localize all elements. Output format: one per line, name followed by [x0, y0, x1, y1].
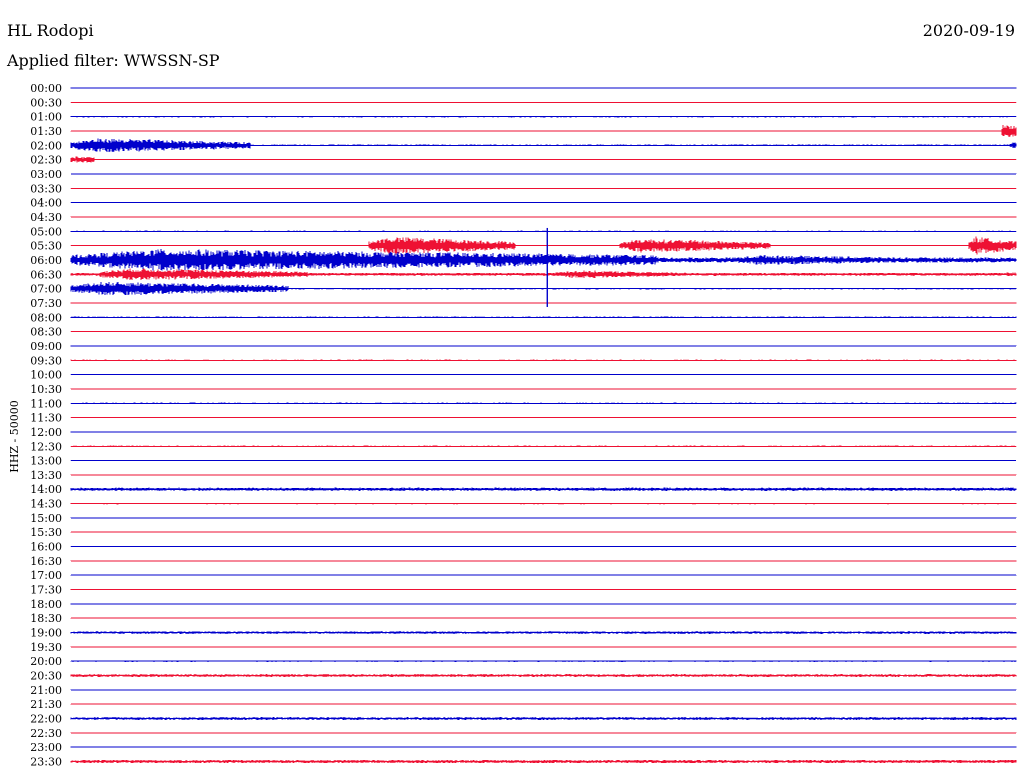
row-time-label: 12:30: [30, 440, 62, 453]
row-time-label: 06:00: [30, 254, 62, 267]
row-time-label: 19:00: [30, 627, 62, 640]
row-time-label: 23:30: [30, 756, 62, 769]
row-time-label: 08:30: [30, 326, 62, 339]
row-time-label: 00:30: [30, 96, 62, 109]
row-time-label: 03:30: [30, 182, 62, 195]
row-time-label: 10:30: [30, 383, 62, 396]
row-time-label: 01:30: [30, 125, 62, 138]
row-time-label: 03:00: [30, 168, 62, 181]
row-time-label: 23:00: [30, 741, 62, 754]
row-time-label: 18:00: [30, 598, 62, 611]
row-time-label: 17:00: [30, 569, 62, 582]
row-time-label: 21:00: [30, 684, 62, 697]
row-time-label: 16:30: [30, 555, 62, 568]
row-time-label: 07:30: [30, 297, 62, 310]
row-time-label: 19:30: [30, 641, 62, 654]
row-time-label: 17:30: [30, 584, 62, 597]
row-time-label: 05:00: [30, 225, 62, 238]
row-time-label: 10:00: [30, 369, 62, 382]
row-time-label: 05:30: [30, 240, 62, 253]
row-time-label: 02:30: [30, 154, 62, 167]
row-time-label: 13:30: [30, 469, 62, 482]
row-time-label: 15:00: [30, 512, 62, 525]
row-time-label: 16:00: [30, 541, 62, 554]
row-time-label: 07:00: [30, 283, 62, 296]
seismogram-plot: 00:0000:30 01:0001:3002:00 02:3003:0003:30…: [30, 82, 1017, 769]
row-time-label: 11:30: [30, 412, 62, 425]
row-time-label: 02:00: [30, 139, 62, 152]
row-time-label: 09:00: [30, 340, 62, 353]
row-time-label: 22:30: [30, 727, 62, 740]
row-time-label: 09:30: [30, 354, 62, 367]
row-time-label: 06:30: [30, 268, 62, 281]
row-time-label: 04:30: [30, 211, 62, 224]
row-time-label: 14:00: [30, 483, 62, 496]
row-time-label: 18:30: [30, 612, 62, 625]
row-time-label: 14:30: [30, 498, 62, 511]
row-time-label: 21:30: [30, 698, 62, 711]
row-time-label: 00:00: [30, 82, 62, 95]
row-time-label: 22:00: [30, 713, 62, 726]
row-time-label: 11:00: [30, 397, 62, 410]
row-time-label: 15:30: [30, 526, 62, 539]
row-time-label: 08:00: [30, 311, 62, 324]
row-time-label: 12:00: [30, 426, 62, 439]
row-time-label: 20:00: [30, 655, 62, 668]
row-time-label: 13:00: [30, 455, 62, 468]
row-time-label: 20:30: [30, 670, 62, 683]
row-time-label: 01:00: [30, 111, 62, 124]
row-time-label: 04:00: [30, 197, 62, 210]
